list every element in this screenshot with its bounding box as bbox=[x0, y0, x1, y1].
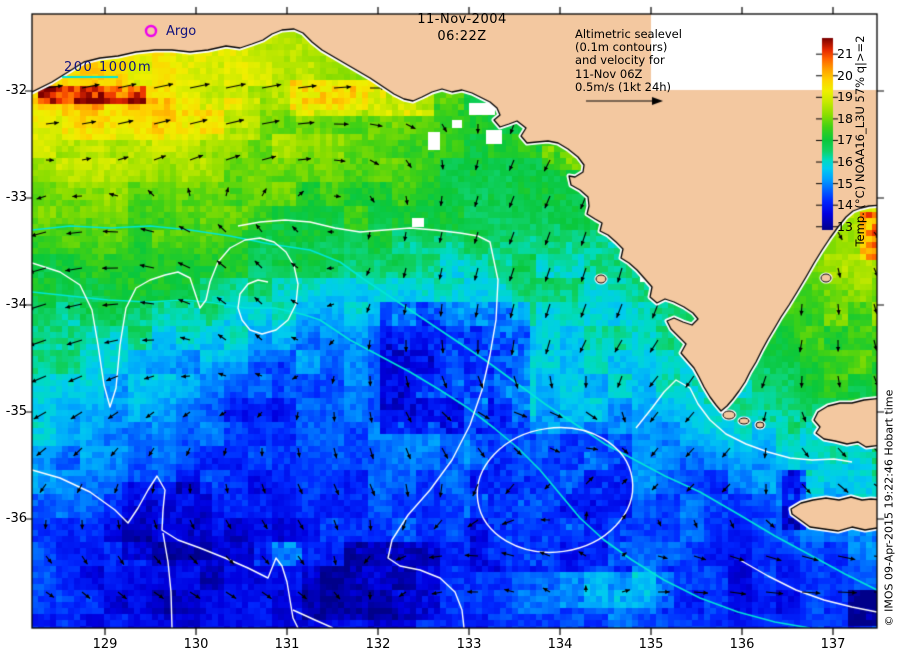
sst-map-figure: 11-Nov-2004 06:22Z 200 1000m Argo Altime… bbox=[0, 0, 900, 660]
map-canvas bbox=[0, 0, 900, 660]
